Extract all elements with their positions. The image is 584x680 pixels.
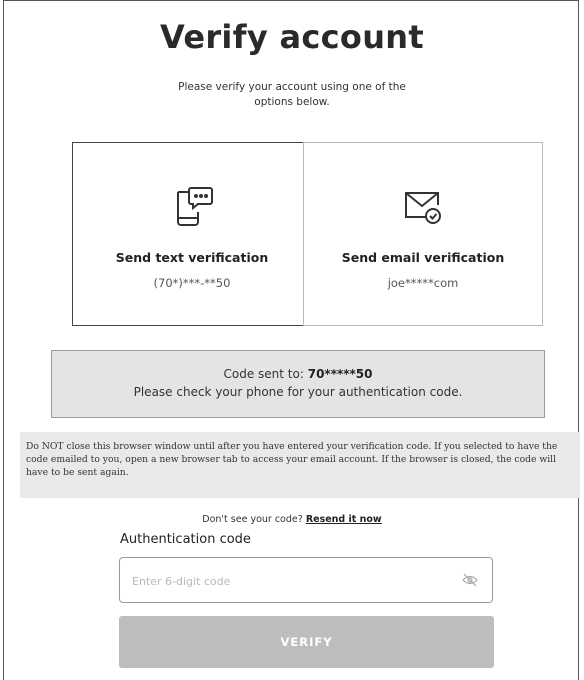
auth-code-input[interactable]: [120, 558, 454, 604]
page-subtitle: Please verify your account using one of …: [178, 81, 406, 108]
phone-chat-icon: [73, 183, 311, 229]
code-sent-line: Code sent to: 70*****50: [52, 365, 544, 383]
send-email-label: Send email verification: [341, 250, 505, 265]
send-text-label: Send text verification: [115, 250, 269, 265]
send-text-option[interactable]: Send text verification (70*)***-**50: [72, 142, 312, 326]
auth-code-label: Authentication code: [120, 532, 251, 547]
code-sent-prefix: Code sent to:: [223, 367, 304, 381]
send-email-option[interactable]: Send email verification joe*****com: [303, 142, 543, 326]
page-title: Verify account: [160, 18, 424, 56]
browser-warning: Do NOT close this browser window until a…: [20, 432, 580, 498]
code-sent-instruction: Please check your phone for your authent…: [133, 385, 463, 399]
code-sent-to: 70*****50: [307, 367, 373, 381]
resend-prompt: Don't see your code?: [202, 514, 303, 525]
masked-email: joe*****com: [387, 276, 459, 290]
masked-phone: (70*)***-**50: [153, 276, 231, 290]
code-sent-notice: Code sent to: 70*****50 Please check you…: [51, 350, 545, 418]
envelope-check-icon: [304, 183, 542, 229]
eye-hidden-icon[interactable]: [462, 573, 478, 587]
resend-link[interactable]: Resend it now: [306, 514, 382, 525]
verify-button[interactable]: VERIFY: [119, 616, 494, 668]
auth-code-field[interactable]: [119, 557, 493, 604]
resend-line: Don't see your code? Resend it now: [0, 514, 584, 525]
